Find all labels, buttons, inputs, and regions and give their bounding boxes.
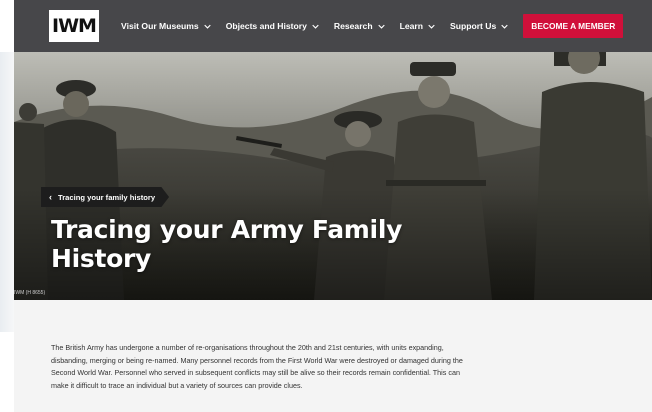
nav-item-visit-our-museums[interactable]: Visit Our Museums	[121, 21, 211, 31]
nav-item-label: Learn	[399, 21, 423, 31]
nav-item-support-us[interactable]: Support Us	[450, 21, 508, 31]
become-a-member-button[interactable]: BECOME A MEMBER	[523, 14, 624, 38]
chevron-down-icon	[312, 24, 319, 29]
chevron-down-icon	[377, 24, 385, 29]
nav-item-label: Visit Our Museums	[121, 21, 199, 31]
intro-paragraph: The British Army has undergone a number …	[51, 343, 463, 390]
page-title: Tracing your Army Family History	[51, 215, 403, 273]
nav-item-research[interactable]: Research	[334, 21, 385, 31]
nav-item-label: Support Us	[449, 21, 497, 31]
nav-item-objects-and-history[interactable]: Objects and History	[226, 21, 319, 31]
main-content: The British Army has undergone a number …	[14, 300, 652, 412]
chevron-left-icon: ‹	[49, 192, 52, 202]
nav-item-label: Objects and History	[225, 21, 307, 31]
breadcrumb-label: Tracing your family history	[58, 192, 156, 202]
image-credit: IWM (H 8655)	[14, 290, 46, 296]
iwm-logo[interactable]: IWM	[49, 10, 99, 42]
page-side-shadow	[0, 52, 14, 332]
main-navbar: IWM Visit Our Museums Objects and Histor…	[14, 0, 652, 52]
nav-menu: Visit Our Museums Objects and History Re…	[121, 14, 624, 38]
chevron-down-icon	[428, 24, 435, 29]
hero-banner: ‹ Tracing your family history Tracing yo…	[14, 52, 652, 300]
nav-item-learn[interactable]: Learn	[400, 21, 435, 31]
chevron-down-icon	[501, 24, 508, 29]
breadcrumb[interactable]: ‹ Tracing your family history	[41, 187, 170, 207]
chevron-down-icon	[203, 24, 211, 29]
nav-item-label: Research	[333, 21, 373, 31]
